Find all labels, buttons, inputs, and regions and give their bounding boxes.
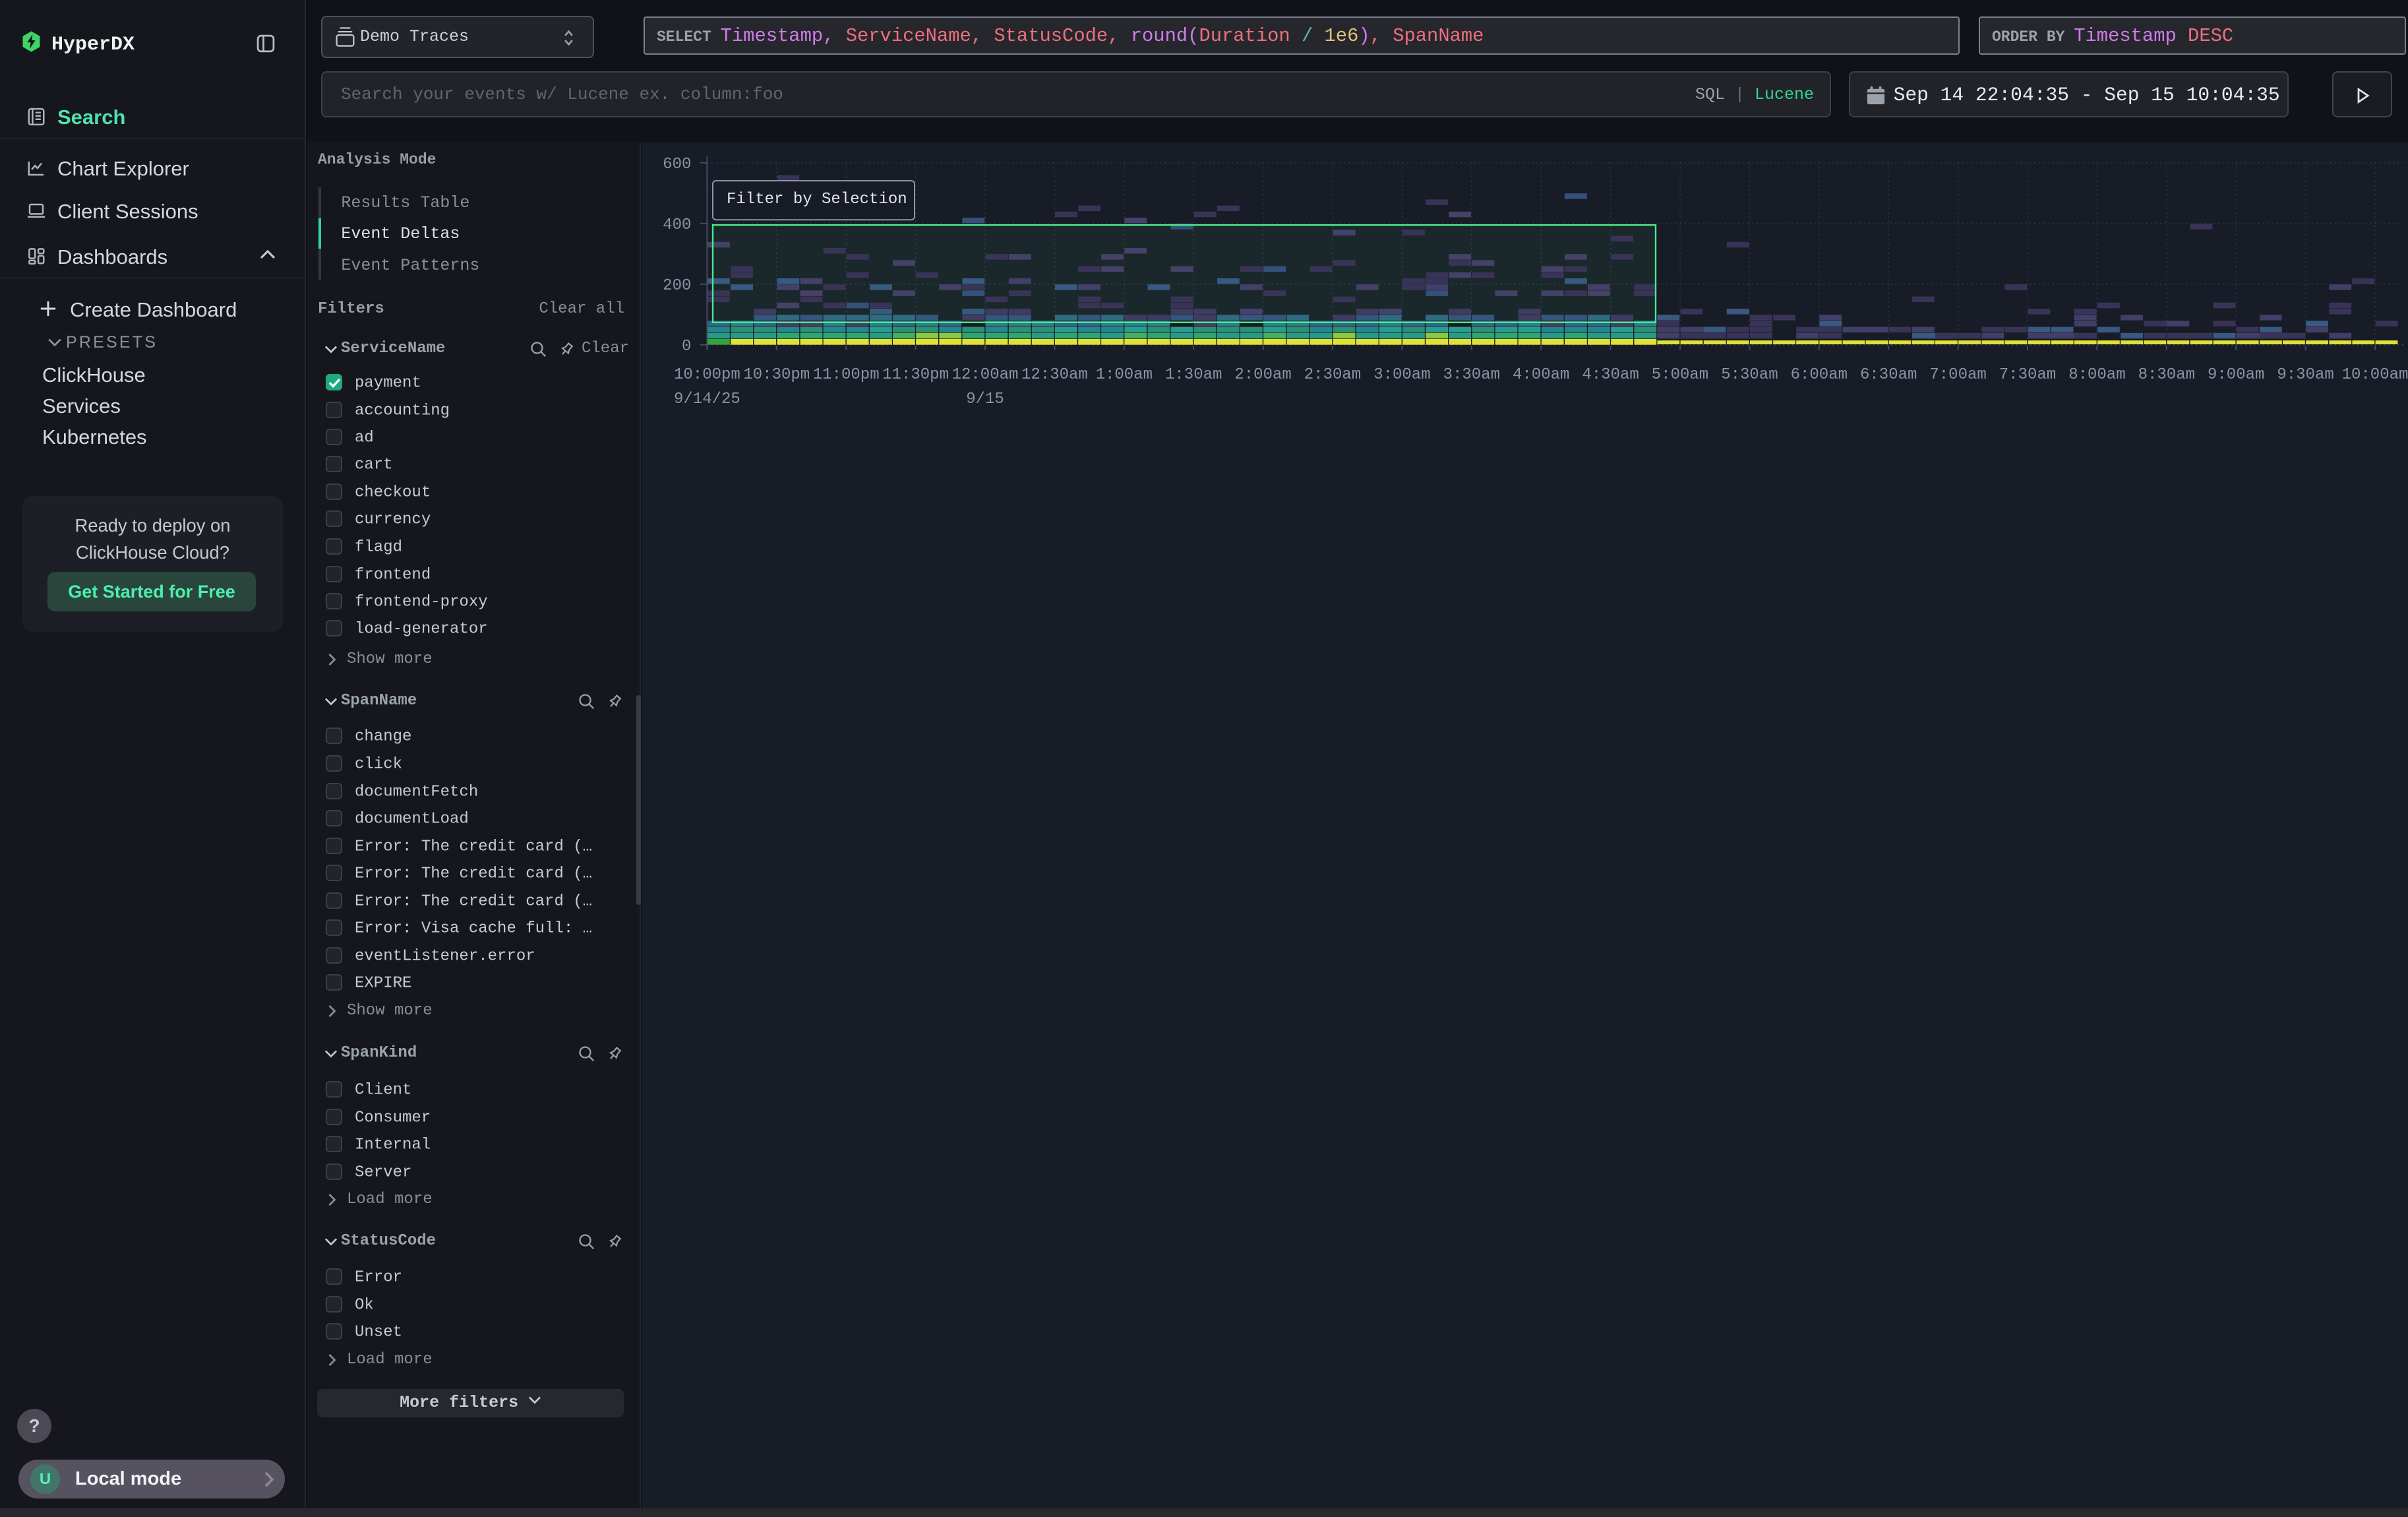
svg-text:600: 600	[663, 156, 691, 173]
svg-text:7:30am: 7:30am	[1999, 366, 2056, 384]
svg-text:10:00pm: 10:00pm	[674, 366, 740, 384]
svg-text:6:00am: 6:00am	[1791, 366, 1848, 384]
svg-text:9/15: 9/15	[966, 390, 1004, 408]
svg-text:12:30am: 12:30am	[1021, 366, 1088, 384]
svg-text:11:00pm: 11:00pm	[813, 366, 880, 384]
svg-text:10:30pm: 10:30pm	[743, 366, 810, 384]
svg-text:2:30am: 2:30am	[1304, 366, 1361, 384]
svg-text:6:30am: 6:30am	[1860, 366, 1917, 384]
svg-text:3:30am: 3:30am	[1443, 366, 1500, 384]
svg-text:5:00am: 5:00am	[1652, 366, 1708, 384]
svg-text:4:00am: 4:00am	[1513, 366, 1569, 384]
svg-text:Filter by Selection: Filter by Selection	[727, 191, 907, 208]
svg-text:4:30am: 4:30am	[1582, 366, 1639, 384]
svg-text:1:30am: 1:30am	[1165, 366, 1222, 384]
svg-text:8:00am: 8:00am	[2068, 366, 2125, 384]
svg-text:2:00am: 2:00am	[1234, 366, 1291, 384]
svg-text:12:00am: 12:00am	[952, 366, 1019, 384]
svg-text:9:30am: 9:30am	[2277, 366, 2333, 384]
svg-text:3:00am: 3:00am	[1373, 366, 1430, 384]
svg-text:10:00am: 10:00am	[2342, 366, 2408, 384]
svg-text:200: 200	[663, 277, 691, 295]
svg-text:400: 400	[663, 216, 691, 234]
svg-text:9:00am: 9:00am	[2208, 366, 2264, 384]
svg-text:11:30pm: 11:30pm	[882, 366, 949, 384]
svg-text:9/14/25: 9/14/25	[674, 390, 740, 408]
svg-text:0: 0	[682, 338, 691, 356]
svg-text:5:30am: 5:30am	[1721, 366, 1778, 384]
svg-text:1:00am: 1:00am	[1096, 366, 1153, 384]
svg-text:7:00am: 7:00am	[1929, 366, 1986, 384]
svg-text:8:30am: 8:30am	[2138, 366, 2195, 384]
